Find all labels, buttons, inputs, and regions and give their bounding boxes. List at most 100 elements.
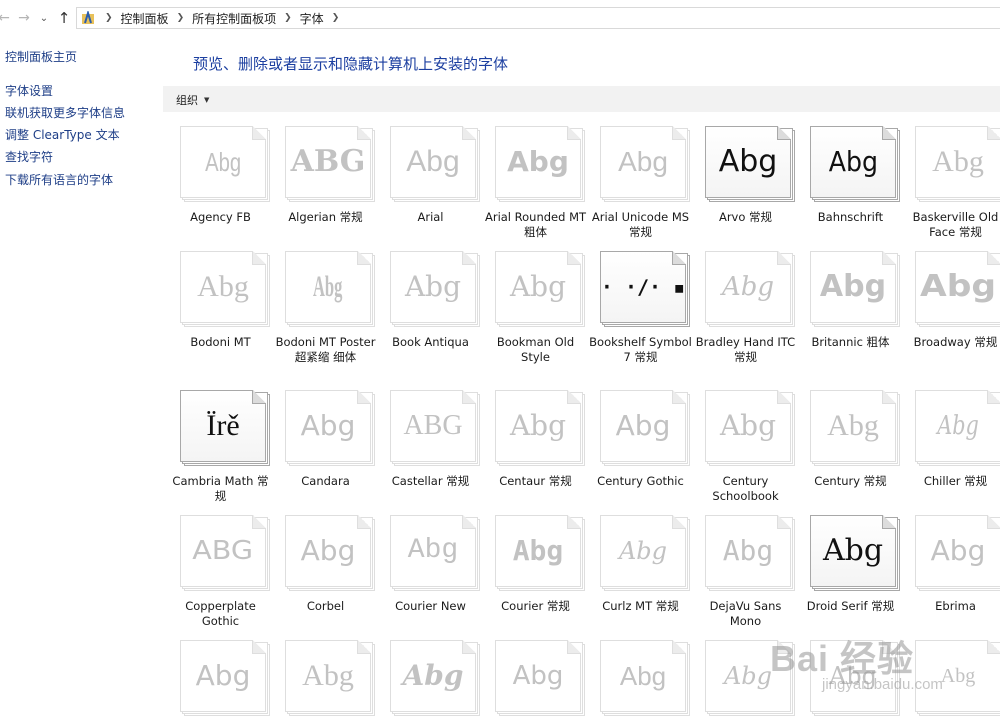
page-corner-fold-icon	[357, 251, 371, 265]
page-corner-fold-icon	[357, 515, 371, 529]
font-sample-text: Abg	[313, 270, 343, 303]
font-file-icon: ABG	[180, 515, 270, 591]
font-file-icon: Abg	[390, 640, 480, 716]
toolbar: 组织 ▼	[163, 86, 1000, 112]
page-corner-fold-icon	[672, 126, 686, 140]
font-file-icon: Abg	[915, 640, 1000, 716]
font-sample-text: Abg	[204, 147, 242, 177]
font-name-label: Corbel	[306, 599, 345, 613]
organize-button[interactable]: 组织 ▼	[176, 92, 209, 108]
font-file-icon: Abg	[495, 390, 585, 466]
back-arrow-icon[interactable]: ←	[0, 8, 14, 28]
font-file-icon: Abg	[495, 251, 585, 327]
font-name-label: Bodoni MT	[190, 335, 251, 349]
page-corner-fold-icon	[567, 390, 581, 404]
sidebar-item-get-more-fonts[interactable]: 联机获取更多字体信息	[5, 104, 125, 121]
sidebar-item-cleartype[interactable]: 调整 ClearType 文本	[5, 126, 120, 143]
font-sample-text: Abg	[402, 659, 464, 692]
font-sample-text: · ·∕· ▪	[600, 275, 686, 299]
font-sample-text: Abg	[940, 665, 976, 687]
page-corner-fold-icon	[357, 640, 371, 654]
font-file-icon: Abg	[390, 251, 480, 327]
font-sample-text: ABG	[192, 536, 254, 566]
font-sample-text: Abg	[197, 270, 249, 303]
font-sample-text: Abg	[828, 145, 878, 178]
font-name-label: Ebrima	[935, 599, 976, 613]
font-name-label: Century 常规	[814, 474, 887, 488]
font-name-label: Arial	[417, 210, 444, 224]
font-sample-text: Abg	[822, 533, 884, 568]
sidebar-item-font-settings[interactable]: 字体设置	[5, 82, 53, 99]
page-corner-fold-icon	[567, 515, 581, 529]
font-file-icon: Abg	[810, 515, 900, 591]
breadcrumb-control-panel[interactable]: 控制面板	[119, 10, 171, 27]
font-name-label: Cambria Math 常规	[172, 474, 269, 503]
page-corner-fold-icon	[252, 126, 266, 140]
organize-label: 组织	[176, 94, 198, 107]
font-file-icon: Abg	[600, 390, 690, 466]
page-corner-fold-icon	[462, 126, 476, 140]
font-file-icon: Abg	[495, 126, 585, 202]
font-name-label: Algerian 常规	[288, 210, 363, 224]
font-sample-text: Abg	[932, 145, 984, 178]
font-name-label: Centaur 常规	[499, 474, 572, 488]
breadcrumb-fonts[interactable]: 字体	[298, 10, 326, 27]
font-sample-text: Abg	[930, 534, 986, 567]
page-corner-fold-icon	[882, 251, 896, 265]
font-sample-text: Abg	[719, 409, 777, 442]
font-file-icon: Abg	[180, 640, 270, 716]
font-file-icon: Abg	[600, 640, 690, 716]
font-file-icon: Abg	[810, 126, 900, 202]
page-corner-fold-icon	[462, 390, 476, 404]
font-name-label: Century Gothic	[597, 474, 684, 488]
font-name-label: Bradley Hand ITC 常规	[695, 335, 796, 364]
font-file-icon: Ïrě	[180, 390, 270, 466]
font-sample-text: Abg	[512, 534, 564, 567]
up-arrow-icon[interactable]: ↑	[54, 8, 74, 28]
address-path[interactable]: ❯ 控制面板 ❯ 所有控制面板项 ❯ 字体 ❯	[76, 7, 1000, 29]
sidebar-item-download-fonts[interactable]: 下载所有语言的字体	[5, 171, 113, 188]
breadcrumb-separator-icon: ❯	[176, 13, 185, 23]
font-sample-text: Abg	[507, 145, 569, 178]
page-corner-fold-icon	[987, 640, 1000, 654]
font-sample-text: Abg	[509, 270, 567, 303]
page-corner-fold-icon	[357, 126, 371, 140]
font-sample-text: Abg	[407, 535, 459, 566]
font-name-label: Century Schoolbook	[712, 474, 779, 503]
page-corner-fold-icon	[252, 251, 266, 265]
breadcrumb-all-items[interactable]: 所有控制面板项	[190, 10, 278, 27]
page-corner-fold-icon	[672, 640, 686, 654]
page-title: 预览、删除或者显示和隐藏计算机上安装的字体	[193, 55, 509, 73]
font-sample-text: Abg	[404, 270, 462, 303]
font-file-icon: Abg	[390, 126, 480, 202]
font-sample-text: Abg	[721, 272, 775, 302]
page-corner-fold-icon	[567, 640, 581, 654]
font-file-icon: Abg	[285, 390, 375, 466]
page-corner-fold-icon	[777, 515, 791, 529]
page-corner-fold-icon	[672, 251, 686, 265]
font-name-label: Arial Rounded MT 粗体	[484, 210, 587, 239]
recent-locations-chevron-icon[interactable]: ⌄	[37, 8, 51, 28]
font-file-icon: Abg	[180, 251, 270, 327]
sidebar-item-control-panel-home[interactable]: 控制面板主页	[5, 48, 77, 65]
font-name-label: Bookman Old Style	[496, 335, 575, 364]
font-file-icon: Abg	[600, 126, 690, 202]
font-name-label: Britannic 粗体	[811, 335, 890, 349]
font-file-icon: Abg	[180, 126, 270, 202]
page-corner-fold-icon	[567, 251, 581, 265]
font-file-icon: · ·∕· ▪	[600, 251, 690, 327]
font-sample-text: Abg	[919, 269, 997, 304]
font-file-icon: Abg	[705, 515, 795, 591]
font-name-label: Castellar 常规	[391, 474, 470, 488]
font-sample-text: Abg	[618, 537, 668, 565]
page-corner-fold-icon	[567, 126, 581, 140]
breadcrumb-separator-icon: ❯	[331, 13, 340, 23]
page-corner-fold-icon	[882, 126, 896, 140]
font-file-icon: Abg	[600, 515, 690, 591]
font-file-icon: ABG	[390, 390, 480, 466]
sidebar-item-find-character[interactable]: 查找字符	[5, 148, 53, 165]
forward-arrow-icon[interactable]: →	[14, 8, 34, 28]
font-sample-text: ABG	[290, 144, 366, 179]
font-sample-text: Ïrě	[206, 409, 240, 442]
fonts-folder-icon	[81, 9, 95, 25]
